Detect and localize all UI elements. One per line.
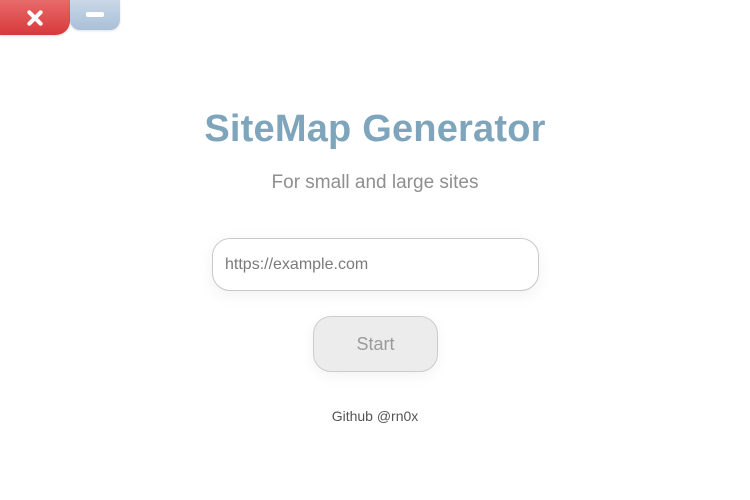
minimize-icon — [86, 11, 104, 17]
minimize-button[interactable] — [70, 0, 120, 30]
window-controls — [0, 0, 120, 36]
page-title: SiteMap Generator — [204, 108, 546, 150]
url-input[interactable] — [212, 238, 539, 291]
start-button[interactable]: Start — [313, 316, 438, 372]
page-subtitle: For small and large sites — [271, 172, 479, 193]
github-link[interactable]: Github @rn0x — [0, 408, 750, 424]
close-icon — [26, 9, 44, 27]
app-window: SiteMap Generator For small and large si… — [0, 0, 750, 500]
close-button[interactable] — [0, 0, 70, 35]
